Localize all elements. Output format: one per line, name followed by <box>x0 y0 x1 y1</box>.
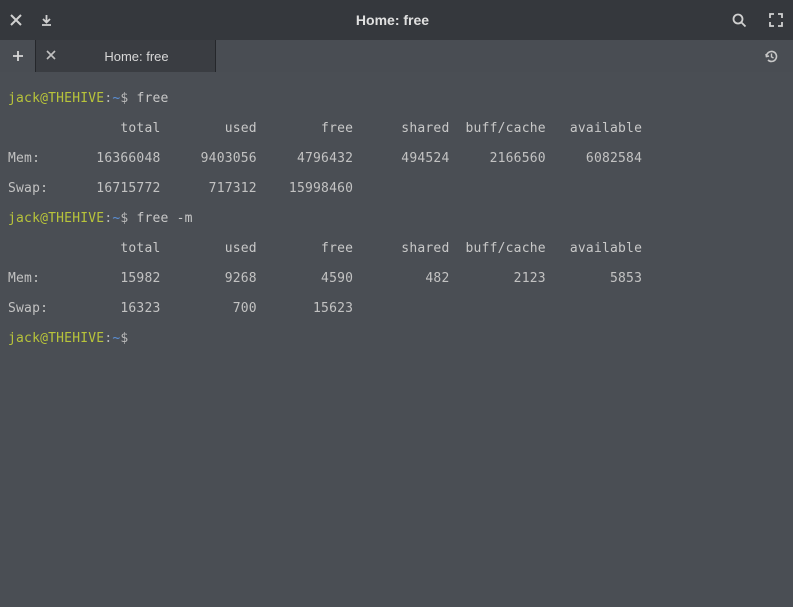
prompt-user: jack@THEHIVE <box>8 91 104 106</box>
history-icon[interactable] <box>764 49 779 64</box>
expand-icon[interactable] <box>769 13 783 27</box>
window-title: Home: free <box>53 12 732 28</box>
terminal-output[interactable]: jack@THEHIVE:~$ free total used free sha… <box>0 72 793 365</box>
titlebar-left-controls <box>10 14 53 27</box>
titlebar-right-controls <box>732 13 783 28</box>
free-header-2: total used free shared buff/cache availa… <box>8 241 785 256</box>
prompt-sym: $ <box>120 91 128 106</box>
prompt-line-1: jack@THEHIVE:~$ free <box>8 91 785 106</box>
title-bar: Home: free <box>0 0 793 40</box>
close-tab-icon[interactable] <box>46 48 56 64</box>
command-2: free -m <box>136 211 192 226</box>
prompt-line-2: jack@THEHIVE:~$ free -m <box>8 211 785 226</box>
free-swap-2: Swap: 16323 700 15623 <box>8 301 785 316</box>
search-icon[interactable] <box>732 13 747 28</box>
tab-home-free[interactable]: Home: free <box>36 40 216 72</box>
free-swap-1: Swap: 16715772 717312 15998460 <box>8 181 785 196</box>
new-tab-button[interactable] <box>0 40 36 72</box>
close-window-icon[interactable] <box>10 14 22 26</box>
command-1: free <box>136 91 168 106</box>
tabbar-rest <box>216 40 793 72</box>
download-icon[interactable] <box>40 14 53 27</box>
prompt-user: jack@THEHIVE <box>8 211 104 226</box>
prompt-line-3: jack@THEHIVE:~$ <box>8 331 785 346</box>
tab-bar: Home: free <box>0 40 793 72</box>
free-mem-2: Mem: 15982 9268 4590 482 2123 5853 <box>8 271 785 286</box>
free-mem-1: Mem: 16366048 9403056 4796432 494524 216… <box>8 151 785 166</box>
prompt-sym: $ <box>120 331 128 346</box>
tab-title: Home: free <box>68 49 205 64</box>
prompt-user: jack@THEHIVE <box>8 331 104 346</box>
free-header-1: total used free shared buff/cache availa… <box>8 121 785 136</box>
prompt-sym: $ <box>120 211 128 226</box>
